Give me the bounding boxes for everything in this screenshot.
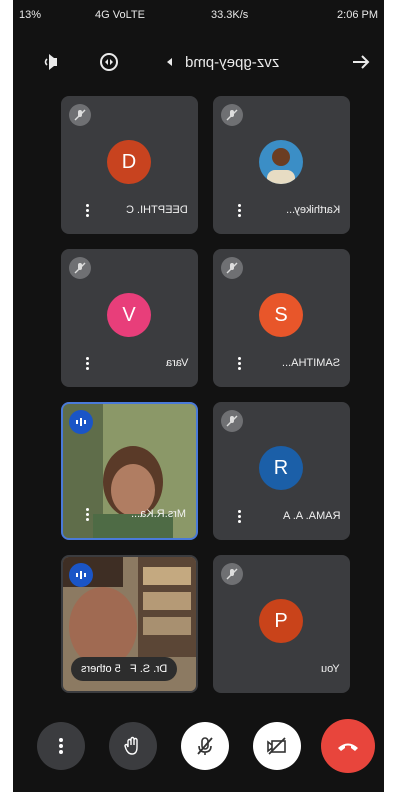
mic-off-icon [221, 257, 243, 279]
participant-name: Mrs.R.Ka... [130, 508, 186, 520]
avatar: R [259, 446, 303, 490]
participant-tile[interactable]: V Vara [61, 249, 198, 387]
audio-output-icon[interactable] [41, 50, 65, 74]
mic-off-icon [221, 563, 243, 585]
mic-off-icon [197, 737, 213, 755]
mic-off-icon [69, 257, 91, 279]
status-battery: 13% [19, 9, 42, 21]
avatar: P [259, 599, 303, 643]
others-count-badge[interactable]: 5 others Dr. S. F [71, 657, 178, 681]
participant-name: You [321, 663, 340, 675]
avatar [259, 140, 303, 184]
more-options-icon[interactable] [85, 202, 89, 220]
phone-hangup-icon [338, 743, 358, 751]
end-call-button[interactable] [321, 719, 375, 773]
participant-tile[interactable]: D DEEPTHI. C [61, 96, 198, 234]
camera-off-icon [267, 737, 286, 755]
mic-off-icon [221, 104, 243, 126]
status-speed: 33.3K/s [211, 9, 249, 21]
meet-screen: 2:06 PM 33.3K/s 4G VoLTE 13% zvz-gpey-pm… [13, 0, 384, 792]
back-arrow-icon[interactable] [349, 50, 373, 74]
participant-name: SAMITHA... [281, 357, 340, 369]
participant-name: Vara [165, 357, 188, 369]
participant-tile[interactable]: Karthikey... [213, 96, 350, 234]
more-options-icon[interactable] [237, 355, 241, 373]
speaking-indicator-icon [69, 410, 93, 434]
status-bar: 2:06 PM 33.3K/s 4G VoLTE 13% [13, 0, 384, 30]
raise-hand-button[interactable] [109, 722, 157, 770]
speaking-indicator-icon [69, 563, 93, 587]
mic-off-icon [69, 104, 91, 126]
participant-tile[interactable]: R RAMA. A. A [213, 402, 350, 540]
avatar: S [259, 293, 303, 337]
switch-camera-icon[interactable] [97, 50, 121, 74]
participant-video-tile[interactable]: 5 others Dr. S. F [61, 555, 198, 693]
avatar: V [107, 293, 151, 337]
camera-toggle-button[interactable] [253, 722, 301, 770]
more-options-button[interactable] [37, 722, 85, 770]
more-options-icon[interactable] [237, 508, 241, 526]
participant-name: Dr. S. F [129, 663, 168, 675]
expand-triangle-icon[interactable] [163, 50, 177, 74]
participant-name: Karthikey... [285, 204, 340, 216]
status-network: 4G VoLTE [95, 9, 145, 21]
mic-off-icon [221, 410, 243, 432]
more-options-icon[interactable] [237, 202, 241, 220]
participant-tile[interactable]: S SAMITHA... [213, 249, 350, 387]
participant-name: DEEPTHI. C [126, 204, 188, 216]
mic-toggle-button[interactable] [181, 722, 229, 770]
participant-video-tile[interactable]: Mrs.R.Ka... [61, 402, 198, 540]
more-options-icon[interactable] [85, 506, 89, 524]
hand-icon [124, 736, 138, 755]
more-options-icon[interactable] [85, 355, 89, 373]
avatar: D [107, 140, 151, 184]
participant-name: RAMA. A. A [282, 510, 340, 522]
others-label: 5 others [81, 663, 121, 675]
meeting-header: zvz-gpey-pmd [13, 42, 384, 82]
participant-tile[interactable]: P You [213, 555, 350, 693]
status-time: 2:06 PM [337, 9, 378, 21]
meeting-code[interactable]: zvz-gpey-pmd [185, 54, 279, 71]
